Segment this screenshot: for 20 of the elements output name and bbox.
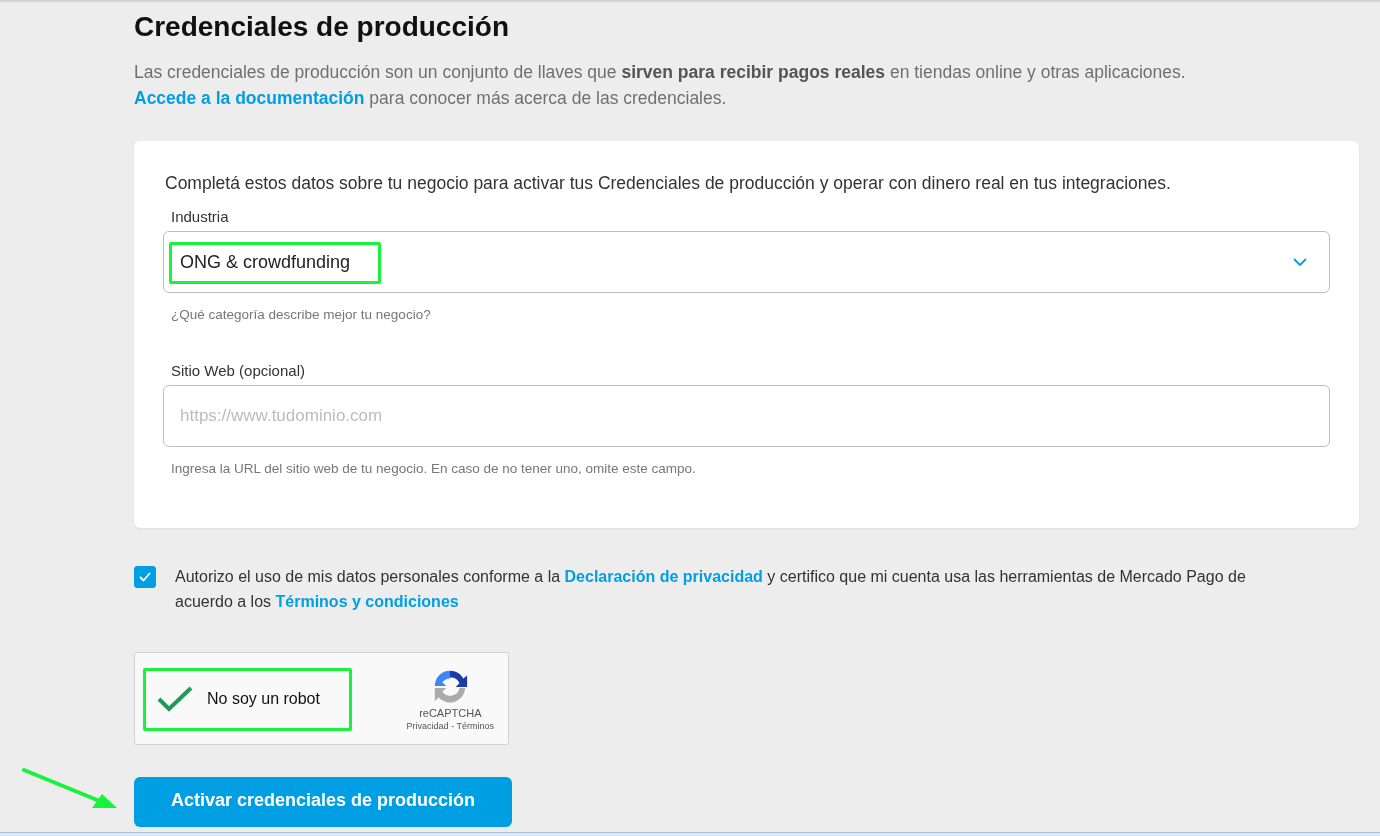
captcha-label: No soy un robot [207,689,320,708]
consent-checkbox[interactable] [134,566,156,588]
chevron-down-icon [1293,258,1307,266]
captcha-widget[interactable]: No soy un robot reCAPTCHA Privacidad - Términos [134,652,509,745]
intro-paragraph: Las credenciales de producción son un conjunto de llaves que sirven para recibir pagos reales en tiendas online y otras aplicaciones. Accede a la documentación para conocer más acerca de las credenciales. [134,61,1187,110]
recaptcha-brand: reCAPTCHA [419,706,482,719]
field-hint: Ingresa la URL del sitio web de tu negocio. En caso de no tener uno, omite este campo. [171,461,697,476]
industry-dropdown[interactable]: ONG & crowdfunding [163,231,1330,293]
field-hint: ¿Qué categoría describe mejor tu negocio? [171,307,432,322]
page-title: Credenciales de producción [134,10,510,44]
privacy-link[interactable]: Privacidad [406,720,449,731]
separator-text: - [451,720,455,731]
check-icon [139,572,151,582]
website-field[interactable]: https://www.tudominio.com [163,385,1330,447]
consent-text: Autorizo el uso de mis datos personales conforme a la Declaración de privacidad y certifico que mi cuenta usa las herramientas de Mercado Pago de acuerdo a los Términos y condiciones [175,567,1247,612]
terms-link[interactable]: Términos [456,720,494,731]
field-label: Industria [171,208,230,225]
field-label: Sitio Web (opcional) [171,362,306,379]
form-lead: Completá estos datos sobre tu negocio para activar tus Credenciales de producción y operar con dinero real en tus integraciones. [165,173,1172,194]
selected-value: ONG & crowdfunding [180,251,351,273]
